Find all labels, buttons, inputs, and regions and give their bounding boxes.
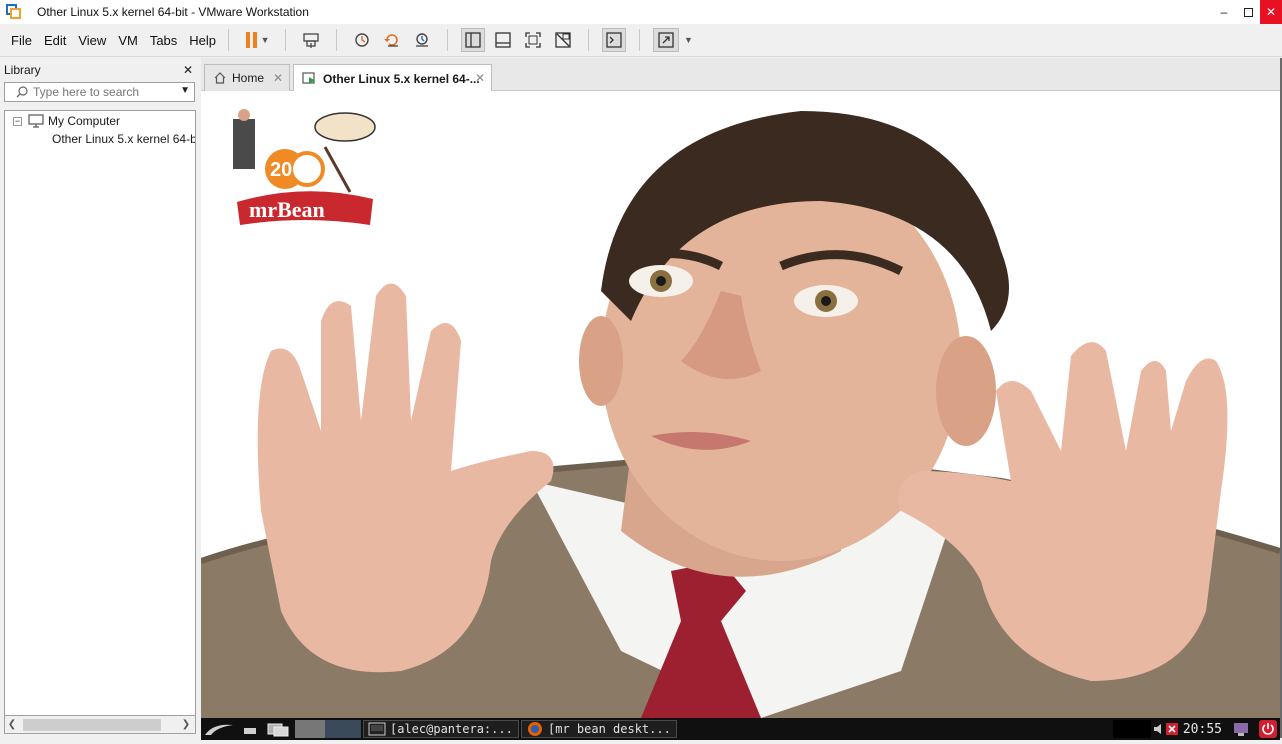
tab-label: Home — [232, 71, 265, 85]
tab-vm[interactable]: Other Linux 5.x kernel 64-... ✕ — [293, 64, 492, 92]
library-close-icon[interactable]: ✕ — [183, 63, 193, 77]
screen-lock-icon[interactable] — [1230, 720, 1252, 738]
library-panel: Library ✕ ▼ − My Computer Other Linux 5.… — [0, 58, 199, 738]
pause-button[interactable]: ▼ — [242, 28, 272, 52]
search-icon — [16, 86, 28, 98]
title-bar: Other Linux 5.x kernel 64-bit - VMware W… — [0, 0, 1282, 24]
vm-console[interactable]: 20 mrBean — [201, 91, 1280, 718]
thumbnail-bar-icon — [495, 32, 511, 48]
menu-help[interactable]: Help — [189, 33, 216, 48]
toolbar-separator — [228, 29, 230, 51]
home-icon — [214, 72, 226, 84]
stretch-icon — [658, 32, 674, 48]
toolbar-separator — [336, 29, 338, 51]
menu-vm[interactable]: VM — [118, 33, 138, 48]
library-scrollbar[interactable]: ❮ ❯ — [4, 716, 196, 734]
full-screen-button[interactable] — [521, 28, 545, 52]
firefox-icon — [528, 722, 542, 736]
collapse-icon[interactable]: − — [13, 116, 22, 126]
library-header: Library ✕ — [0, 58, 199, 82]
take-snapshot-button[interactable] — [350, 28, 374, 52]
close-button[interactable]: ✕ — [1260, 0, 1282, 24]
task-label: [alec@pantera:... — [390, 722, 513, 736]
tab-home[interactable]: Home ✕ — [204, 64, 290, 91]
tab-bar: Home ✕ Other Linux 5.x kernel 64-... ✕ — [201, 58, 1280, 92]
sidebar-toggle-icon — [465, 32, 481, 48]
scroll-left-icon[interactable]: ❮ — [5, 719, 19, 730]
computer-icon — [28, 114, 44, 128]
tree-item-label: Other Linux 5.x kernel 64-bit — [52, 132, 195, 146]
power-button[interactable] — [1256, 720, 1280, 738]
revert-snapshot-icon — [384, 34, 399, 47]
terminal-icon — [368, 722, 386, 736]
window-controls: – ✕ — [1212, 0, 1282, 24]
full-screen-icon — [525, 32, 541, 48]
scroll-right-icon[interactable]: ❯ — [179, 719, 193, 730]
send-ctrl-alt-del-button[interactable] — [299, 28, 323, 52]
guest-clock: 20:55 — [1182, 721, 1222, 737]
console-view-icon — [606, 32, 622, 48]
revert-snapshot-button[interactable] — [380, 28, 404, 52]
snapshot-icon — [355, 33, 369, 47]
status-bar — [0, 740, 1282, 744]
workspace-switcher[interactable] — [263, 720, 293, 738]
library-title: Library — [4, 63, 41, 77]
tab-close-icon[interactable]: ✕ — [273, 71, 283, 85]
tree-item-my-computer[interactable]: − My Computer — [5, 112, 195, 130]
send-keys-icon — [303, 33, 319, 48]
menu-toolbar: File Edit View VM Tabs Help ▼ ▼ — [0, 24, 1282, 57]
console-view-button[interactable] — [602, 28, 627, 52]
tray-blank — [1112, 720, 1151, 738]
pause-icon — [245, 32, 259, 48]
menu-edit[interactable]: Edit — [44, 33, 66, 48]
mr-bean-logo: 20 mrBean — [225, 107, 385, 227]
task-label: [mr bean deskt... — [548, 722, 671, 736]
vmware-logo-icon — [6, 4, 22, 20]
search-input[interactable] — [33, 85, 173, 99]
toolbar-separator — [285, 29, 287, 51]
tab-close-icon[interactable]: ✕ — [475, 71, 485, 85]
chevron-down-icon[interactable]: ▼ — [684, 35, 693, 45]
power-icon — [1259, 720, 1277, 738]
library-search[interactable]: ▼ — [4, 82, 195, 102]
tab-label: Other Linux 5.x kernel 64-... — [323, 71, 480, 86]
thumbnail-bar-button[interactable] — [491, 28, 515, 52]
toolbar-separator — [639, 29, 641, 51]
task-terminal[interactable]: [alec@pantera:... — [363, 720, 519, 738]
vm-tab-icon — [302, 71, 315, 84]
minimize-button[interactable]: – — [1212, 0, 1236, 24]
snapshot-manager-button[interactable] — [410, 28, 434, 52]
menu-view[interactable]: View — [78, 33, 106, 48]
snapshot-manager-icon — [416, 33, 429, 47]
maximize-button[interactable] — [1236, 0, 1260, 24]
show-library-button[interactable] — [461, 28, 486, 52]
toolbar-separator — [588, 29, 590, 51]
tree-item-vm[interactable]: Other Linux 5.x kernel 64-bit — [5, 130, 195, 148]
search-dropdown-icon[interactable]: ▼ — [180, 85, 190, 96]
windows-icon — [267, 723, 289, 737]
show-desktop-button[interactable] — [237, 720, 263, 738]
unity-button[interactable] — [551, 28, 575, 52]
stretch-guest-button[interactable] — [653, 28, 680, 52]
tree-item-label: My Computer — [48, 114, 121, 128]
guest-taskbar: [alec@pantera:... [mr bean deskt... 20:5… — [201, 718, 1280, 740]
volume-icon[interactable] — [1151, 720, 1165, 738]
task-browser[interactable]: [mr bean deskt... — [521, 720, 677, 738]
workspace-1[interactable] — [295, 720, 325, 738]
network-error-icon[interactable] — [1165, 720, 1179, 738]
window-title: Other Linux 5.x kernel 64-bit - VMware W… — [37, 5, 309, 19]
library-tree: − My Computer Other Linux 5.x kernel 64-… — [4, 110, 196, 716]
logo-badge: 20 — [270, 159, 293, 181]
scrollbar-thumb[interactable] — [23, 718, 161, 731]
toolbar-separator — [447, 29, 449, 51]
menu-tabs[interactable]: Tabs — [150, 33, 177, 48]
menu-file[interactable]: File — [11, 33, 32, 48]
desktop-icon — [244, 728, 256, 734]
lxde-logo-icon — [205, 724, 233, 735]
guest-menu-button[interactable] — [201, 720, 237, 738]
logo-text: mrBean — [249, 197, 325, 222]
workspace-2[interactable] — [325, 720, 361, 738]
unity-icon — [555, 32, 571, 48]
chevron-down-icon: ▼ — [260, 35, 270, 45]
